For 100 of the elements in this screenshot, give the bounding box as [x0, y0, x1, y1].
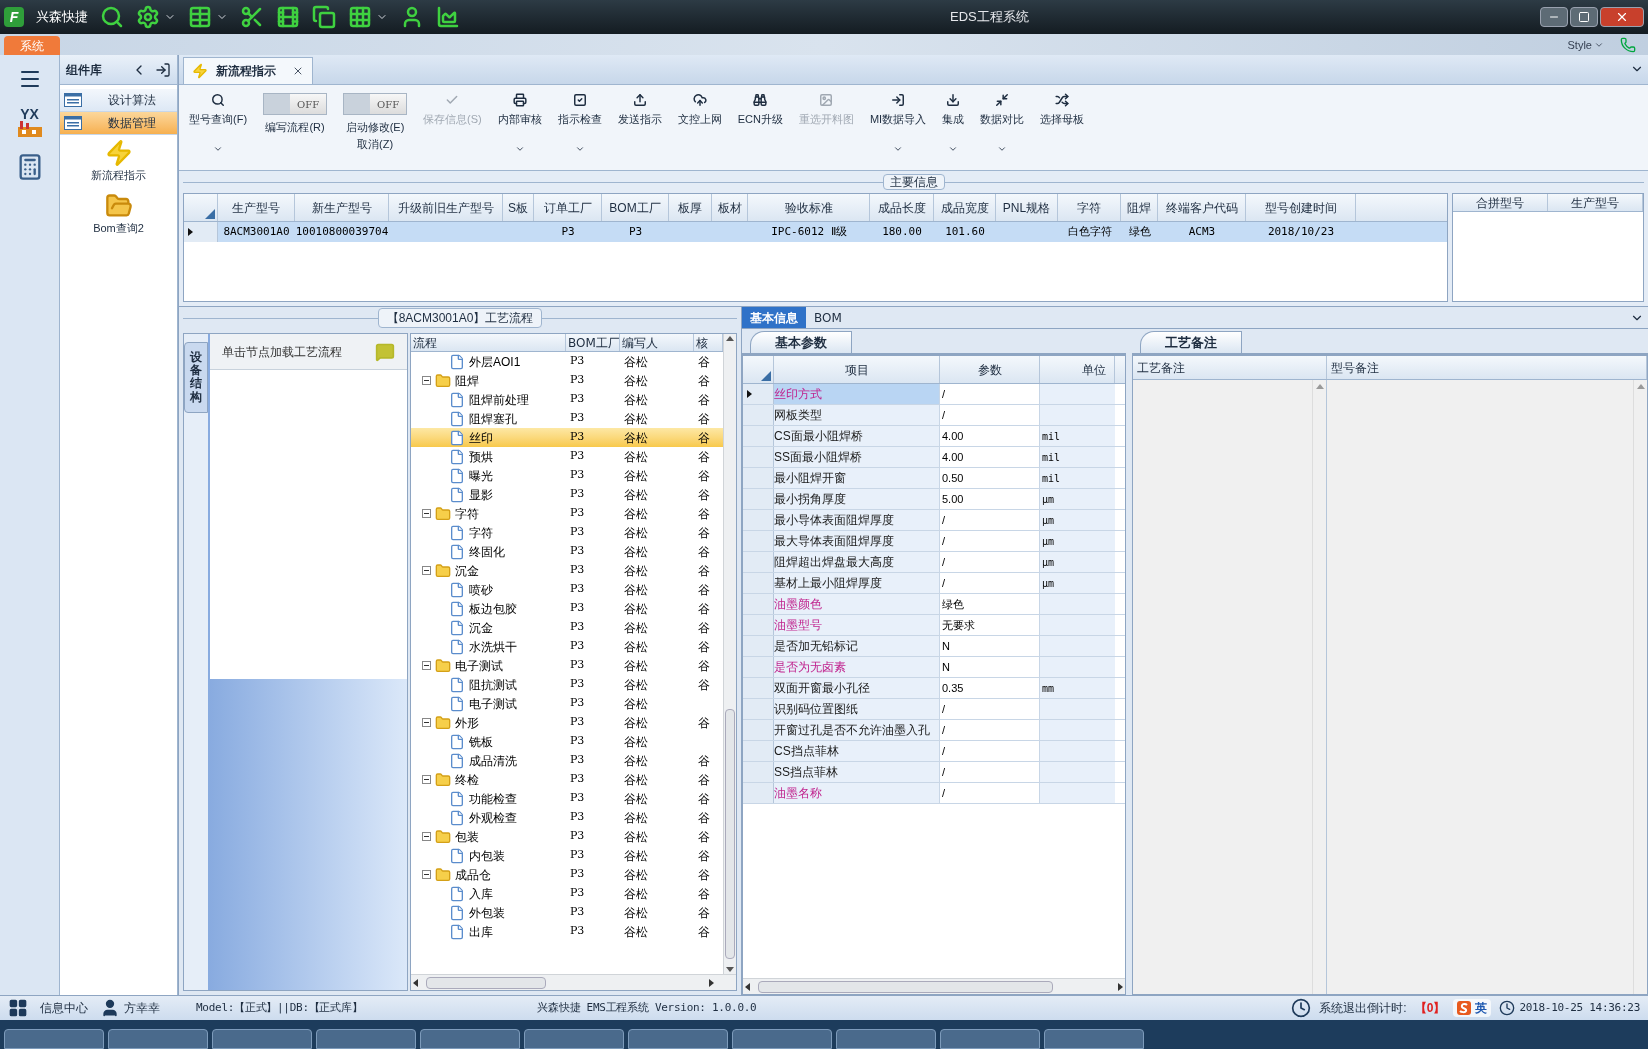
- tree-row[interactable]: 阻抗测试 P3 谷松 谷: [411, 675, 723, 694]
- toolbar-button[interactable]: 数据对比: [974, 89, 1031, 128]
- maximize-button[interactable]: [1570, 7, 1598, 27]
- tree-row[interactable]: 终检 P3 谷松 谷: [411, 770, 723, 789]
- collapse-toggle-icon[interactable]: [422, 832, 431, 841]
- tree-row[interactable]: 成品仓 P3 谷松 谷: [411, 865, 723, 884]
- tree-row[interactable]: 终固化 P3 谷松 谷: [411, 542, 723, 561]
- detail-tab[interactable]: BOM: [806, 307, 850, 328]
- table-icon[interactable]: [188, 5, 212, 29]
- column-header[interactable]: BOM工厂: [565, 334, 620, 351]
- panel-tab[interactable]: 工艺备注: [1140, 331, 1242, 353]
- tree-row[interactable]: 外包装 P3 谷松 谷: [411, 903, 723, 922]
- scrollbar-thumb[interactable]: [758, 980, 1053, 993]
- gear-icon[interactable]: [136, 5, 160, 29]
- tree-row[interactable]: 入库 P3 谷松 谷: [411, 884, 723, 903]
- scrollbar-thumb[interactable]: [725, 709, 735, 959]
- tree-row[interactable]: 曝光 P3 谷松 谷: [411, 466, 723, 485]
- parameter-row[interactable]: 网板类型 /: [743, 405, 1125, 426]
- column-header[interactable]: 生产型号: [1548, 194, 1643, 211]
- tree-row[interactable]: 包装 P3 谷松 谷: [411, 827, 723, 846]
- panel-tab[interactable]: 基本参数: [750, 331, 852, 353]
- table-row[interactable]: 8ACM3001A0 10010800039704 P3 P3 IPC-6012 Ⅱ级 180.00 101.60 白色字符 绿色 ACM3 2018/10/23: [184, 222, 1447, 242]
- tree-row[interactable]: 喷砂 P3 谷松 谷: [411, 580, 723, 599]
- tree-row[interactable]: 电子测试 P3 谷松 谷: [411, 656, 723, 675]
- parameter-row[interactable]: 油墨型号 无要求: [743, 615, 1125, 636]
- info-center-label[interactable]: 信息中心: [40, 999, 88, 1017]
- column-header[interactable]: 单位: [1040, 356, 1115, 383]
- toggle-switch[interactable]: OFF: [263, 93, 328, 115]
- factory-logo[interactable]: YX: [15, 107, 44, 137]
- parameter-row[interactable]: CS面最小阻焊桥 4.00 mil: [743, 426, 1125, 447]
- parameter-row[interactable]: 最小阻焊开窗 0.50 mil: [743, 468, 1125, 489]
- launcher-item[interactable]: 新流程指示: [60, 135, 177, 188]
- tree-row[interactable]: 电子测试 P3 谷松: [411, 694, 723, 713]
- tree-row[interactable]: 字符 P3 谷松 谷: [411, 504, 723, 523]
- sidebar-item[interactable]: 数据管理: [60, 112, 177, 135]
- parameter-row[interactable]: 最小拐角厚度 5.00 μm: [743, 489, 1125, 510]
- scroll-up-icon[interactable]: [726, 336, 734, 341]
- horizontal-scrollbar[interactable]: [743, 978, 1125, 994]
- document-tab[interactable]: 新流程指示: [183, 57, 313, 84]
- sidebar-item[interactable]: 设计算法: [60, 89, 177, 112]
- tree-row[interactable]: 沉金 P3 谷松 谷: [411, 561, 723, 580]
- parameter-row[interactable]: 阻焊超出焊盘最大高度 / μm: [743, 552, 1125, 573]
- column-header[interactable]: 编写人: [619, 334, 694, 351]
- search-icon[interactable]: [100, 5, 124, 29]
- grid-icon[interactable]: [8, 998, 28, 1018]
- column-header[interactable]: 项目: [774, 356, 940, 383]
- select-all-icon[interactable]: [205, 209, 215, 219]
- toolbar-button[interactable]: 选择母板: [1034, 89, 1091, 128]
- scissors-icon[interactable]: [240, 5, 264, 29]
- scroll-left-icon[interactable]: [413, 978, 418, 987]
- tree-row[interactable]: 外层AOI1 P3 谷松 谷: [411, 352, 723, 371]
- collapse-toggle-icon[interactable]: [422, 376, 431, 385]
- tree-row[interactable]: 阻焊塞孔 P3 谷松 谷: [411, 409, 723, 428]
- scroll-right-icon[interactable]: [1118, 982, 1123, 991]
- column-header[interactable]: 新生产型号: [295, 194, 389, 221]
- column-header[interactable]: PNL规格: [996, 194, 1058, 221]
- collapse-toggle-icon[interactable]: [422, 661, 431, 670]
- column-header[interactable]: 板材: [712, 194, 748, 221]
- collapse-toggle-icon[interactable]: [422, 775, 431, 784]
- toolbar-button[interactable]: ECN升级: [731, 89, 789, 128]
- tree-row[interactable]: 丝印 P3 谷松 谷: [411, 428, 723, 447]
- parameter-row[interactable]: 最大导体表面阻焊厚度 / μm: [743, 531, 1125, 552]
- film-icon[interactable]: [276, 5, 300, 29]
- parameter-row[interactable]: 识别码位置图纸 /: [743, 699, 1125, 720]
- tree-row[interactable]: 板边包胶 P3 谷松 谷: [411, 599, 723, 618]
- side-tab[interactable]: 设备结构: [184, 342, 208, 413]
- column-header[interactable]: 订单工厂: [534, 194, 602, 221]
- toolbar-button[interactable]: 内部审核: [491, 89, 548, 128]
- copy-icon[interactable]: [312, 5, 336, 29]
- launcher-item[interactable]: Bom查询2: [60, 187, 177, 240]
- tree-row[interactable]: 水洗烘干 P3 谷松 谷: [411, 637, 723, 656]
- column-header[interactable]: 生产型号: [218, 194, 295, 221]
- column-header[interactable]: 型号备注: [1327, 356, 1647, 379]
- column-header[interactable]: 型号创建时间: [1246, 194, 1356, 221]
- column-header[interactable]: 板厚: [669, 194, 712, 221]
- parameter-row[interactable]: 是否为无卤素 N: [743, 657, 1125, 678]
- column-header[interactable]: BOM工厂: [602, 194, 669, 221]
- parameter-row[interactable]: SS面最小阻焊桥 4.00 mil: [743, 447, 1125, 468]
- column-header[interactable]: S板: [503, 194, 534, 221]
- notes-field[interactable]: [1327, 380, 1647, 994]
- tree-row[interactable]: 出库 P3 谷松 谷: [411, 922, 723, 941]
- collapse-toggle-icon[interactable]: [422, 509, 431, 518]
- parameter-row[interactable]: 开窗过孔是否不允许油墨入孔 /: [743, 720, 1125, 741]
- tree-row[interactable]: 字符 P3 谷松 谷: [411, 523, 723, 542]
- tree-row[interactable]: 成品清洗 P3 谷松 谷: [411, 751, 723, 770]
- horizontal-scrollbar[interactable]: [411, 974, 736, 990]
- scrollbar-thumb[interactable]: [426, 976, 546, 989]
- tree-row[interactable]: 铣板 P3 谷松: [411, 732, 723, 751]
- tree-row[interactable]: 阻焊 P3 谷松 谷: [411, 371, 723, 390]
- chart-icon[interactable]: [436, 5, 460, 29]
- close-icon[interactable]: [292, 65, 304, 77]
- tree-row[interactable]: 功能检查 P3 谷松 谷: [411, 789, 723, 808]
- column-header[interactable]: 终端客户代码: [1158, 194, 1246, 221]
- tree-row[interactable]: 阻焊前处理 P3 谷松 谷: [411, 390, 723, 409]
- column-header[interactable]: 流程: [411, 334, 566, 351]
- column-header[interactable]: 升级前旧生产型号: [389, 194, 503, 221]
- collapse-toggle-icon[interactable]: [422, 718, 431, 727]
- grid-icon[interactable]: [348, 5, 372, 29]
- toolbar-button[interactable]: 文控上网: [671, 89, 728, 128]
- parameter-row[interactable]: 油墨名称 /: [743, 783, 1125, 804]
